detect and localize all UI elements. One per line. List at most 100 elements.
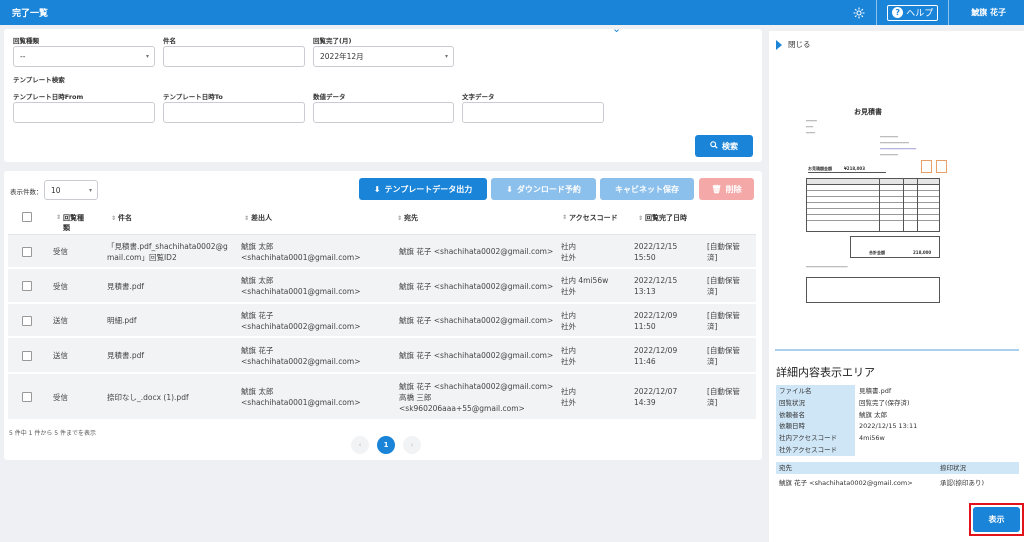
export-button[interactable]: ⬇ テンプレートデータ出力 bbox=[359, 178, 487, 200]
cell-date: 2022/12/09 11:46 bbox=[634, 345, 677, 367]
export-label: テンプレートデータ出力 bbox=[384, 184, 473, 194]
doc-table bbox=[806, 178, 940, 232]
search-icon bbox=[710, 141, 718, 151]
table-row[interactable]: 送信 見積書.pdf 鯱旗 花子 <shachihata0002@gmail.com>… bbox=[8, 338, 756, 373]
text-label: 文字データ bbox=[462, 93, 495, 101]
row-checkbox[interactable] bbox=[22, 246, 32, 257]
cell-status-line: [自動保管 bbox=[707, 310, 740, 320]
doc-rule bbox=[808, 172, 886, 173]
stamp-box bbox=[936, 160, 947, 173]
document-preview[interactable]: お見積書 ━━━━━━ ━━━━ ━━━━━ ━━━━━━━━━━ ━━━━━━… bbox=[790, 83, 950, 313]
th-completed[interactable]: ⇕ 回覧完了日時 bbox=[638, 213, 687, 223]
tpl-from-label: テンプレート日時From bbox=[13, 93, 84, 101]
doc-text: ━━━━━━━━━━━━━━━━━━━━ bbox=[880, 147, 917, 151]
th-dest[interactable]: ⇕ 宛先 bbox=[397, 213, 418, 223]
cell-type-line: 送信 bbox=[53, 351, 68, 360]
cell-dest: 鯱旗 花子 <shachihata0002@gmail.com> bbox=[399, 281, 553, 292]
help-icon: ? bbox=[892, 7, 904, 18]
cell-sender: 鯱旗 太郎 <shachihata0001@gmail.com> bbox=[241, 386, 361, 408]
tpl-from-input[interactable] bbox=[13, 102, 155, 123]
doc-text: ━━━━━━━━━━ bbox=[880, 153, 899, 157]
count-select[interactable]: 10 ▾ bbox=[44, 180, 98, 200]
cell-date-line: 14:39 bbox=[634, 398, 656, 407]
download-button[interactable]: ⬇ ダウンロード予約 bbox=[491, 178, 596, 200]
sort-icon: ⇕ bbox=[244, 215, 250, 222]
cell-access-line: 社内 bbox=[561, 387, 576, 396]
detail-value: 鯱旗 太郎 bbox=[859, 410, 888, 419]
completed-label: 回覧完了(月) bbox=[313, 37, 352, 45]
row-checkbox[interactable] bbox=[22, 281, 32, 291]
table-row[interactable]: 送信 明細.pdf 鯱旗 花子 <shachihata0002@gmail.com> 鯱… bbox=[8, 304, 756, 337]
th-subject[interactable]: ⇕ 件名 bbox=[111, 213, 132, 223]
sort-icon: ⇕ bbox=[638, 215, 644, 222]
page-button-current[interactable]: 1 bbox=[377, 436, 395, 454]
cell-subject: 明細.pdf bbox=[107, 315, 137, 326]
cell-status: [自動保管 済] bbox=[707, 241, 740, 263]
cell-subject-line: 見積書.pdf bbox=[107, 351, 145, 360]
gear-icon[interactable] bbox=[852, 6, 866, 20]
divider bbox=[775, 349, 1019, 351]
cell-access-line: 社内 bbox=[561, 345, 576, 355]
cell-type: 送信 bbox=[53, 350, 68, 361]
tpl-to-input[interactable] bbox=[163, 102, 305, 123]
cabinet-button[interactable]: キャビネット保存 bbox=[600, 178, 694, 200]
select-all-checkbox[interactable] bbox=[22, 212, 32, 222]
cell-access: 社内 社外 bbox=[561, 310, 576, 332]
detail-value: 見積書.pdf bbox=[859, 387, 892, 395]
doc-title: お見積書 bbox=[854, 108, 882, 116]
sort-icon: ⇕ bbox=[56, 214, 62, 221]
subject-input[interactable] bbox=[163, 46, 305, 67]
cell-status-line: 済] bbox=[707, 252, 718, 262]
close-panel-button[interactable]: 閉じる bbox=[776, 39, 811, 50]
delete-label: 削除 bbox=[725, 184, 742, 194]
cell-dest: 鯱旗 花子 <shachihata0002@gmail.com> bbox=[399, 315, 553, 326]
table-row[interactable]: 受信 見積書.pdf 鯱旗 太郎 <shachihata0001@gmail.com>… bbox=[8, 269, 756, 303]
table-row[interactable]: 受信 「見積書.pdf_shachihata0002@g mail.com」回覧ID… bbox=[8, 235, 756, 268]
cell-access-line: 社内 bbox=[561, 310, 576, 320]
completed-select[interactable]: 2022年12月 ▾ bbox=[313, 46, 454, 67]
type-label: 回覧種類 bbox=[13, 37, 39, 45]
cell-type-line: 受信 bbox=[53, 281, 68, 291]
pagination-summary: 5 件中 1 件から 5 件までを表示 bbox=[9, 430, 96, 437]
show-button-label: 表示 bbox=[988, 515, 1005, 524]
row-checkbox[interactable] bbox=[22, 315, 32, 326]
cell-type: 送信 bbox=[53, 315, 68, 326]
help-label: ヘルプ bbox=[906, 9, 934, 19]
cell-sender-line: <shachihata0001@gmail.com> bbox=[241, 398, 361, 407]
table-header: ⇕ 回覧種類 ⇕ 件名 ⇕ 差出人 ⇕ 宛先 ⇕ アクセスコード ⇕ 回覧完了日時 bbox=[8, 207, 756, 235]
help-button[interactable]: ? ヘルプ bbox=[887, 4, 939, 21]
dest-value: 鯱旗 花子 <shachihata0002@gmail.com> bbox=[779, 479, 913, 487]
th-access-label: アクセスコード bbox=[569, 214, 618, 222]
type-select[interactable]: -- ▾ bbox=[13, 46, 155, 67]
row-checkbox[interactable] bbox=[22, 392, 32, 402]
search-button[interactable]: 検索 bbox=[695, 135, 753, 157]
table-row[interactable]: 受信 捺印なし_.docx (1).pdf 鯱旗 太郎 <shachihata0001… bbox=[8, 374, 756, 420]
cell-sender-line: 鯱旗 太郎 bbox=[241, 241, 274, 251]
user-name[interactable]: 鯱旗 花子 bbox=[971, 7, 1006, 18]
cell-dest: 鯱旗 花子 <shachihata0002@gmail.com> bbox=[399, 350, 553, 361]
number-input[interactable] bbox=[313, 102, 454, 123]
cell-type-line: 受信 bbox=[53, 247, 68, 256]
row-checkbox[interactable] bbox=[22, 350, 32, 361]
prev-page-button[interactable]: ‹ bbox=[351, 436, 369, 454]
next-page-button[interactable]: › bbox=[403, 436, 421, 454]
cell-date-line: 2022/12/09 bbox=[634, 345, 678, 355]
top-bar: 完了一覧 ? ヘルプ 鯱旗 花子 bbox=[0, 0, 1024, 25]
delete-button[interactable]: 🗑 削除 bbox=[699, 178, 754, 200]
th-sender[interactable]: ⇕ 差出人 bbox=[244, 213, 272, 223]
cell-date-line: 2022/12/07 bbox=[634, 387, 678, 396]
cell-subject-line: mail.com」回覧ID2 bbox=[107, 252, 177, 262]
cell-sender: 鯱旗 太郎 <shachihata0001@gmail.com> bbox=[241, 241, 361, 263]
cell-type: 受信 bbox=[53, 281, 68, 292]
cell-date-line: 2022/12/09 bbox=[634, 310, 678, 320]
th-access[interactable]: ⇕ アクセスコード bbox=[562, 213, 619, 223]
th-type[interactable]: ⇕ 回覧種類 bbox=[56, 213, 87, 233]
cell-dest: 鯱旗 花子 <shachihata0002@gmail.com> 高橋 三郎 <sk… bbox=[399, 381, 553, 414]
cabinet-label: キャビネット保存 bbox=[615, 184, 679, 194]
cell-dest-line: 鯱旗 花子 <shachihata0002@gmail.com> bbox=[399, 247, 554, 256]
expand-chevron-icon[interactable]: ⌄ bbox=[612, 22, 621, 35]
cell-date: 2022/12/15 15:50 bbox=[634, 241, 677, 263]
text-input[interactable] bbox=[462, 102, 604, 123]
th-completed-label: 回覧完了日時 bbox=[645, 214, 688, 222]
show-button[interactable]: 表示 bbox=[973, 507, 1020, 532]
